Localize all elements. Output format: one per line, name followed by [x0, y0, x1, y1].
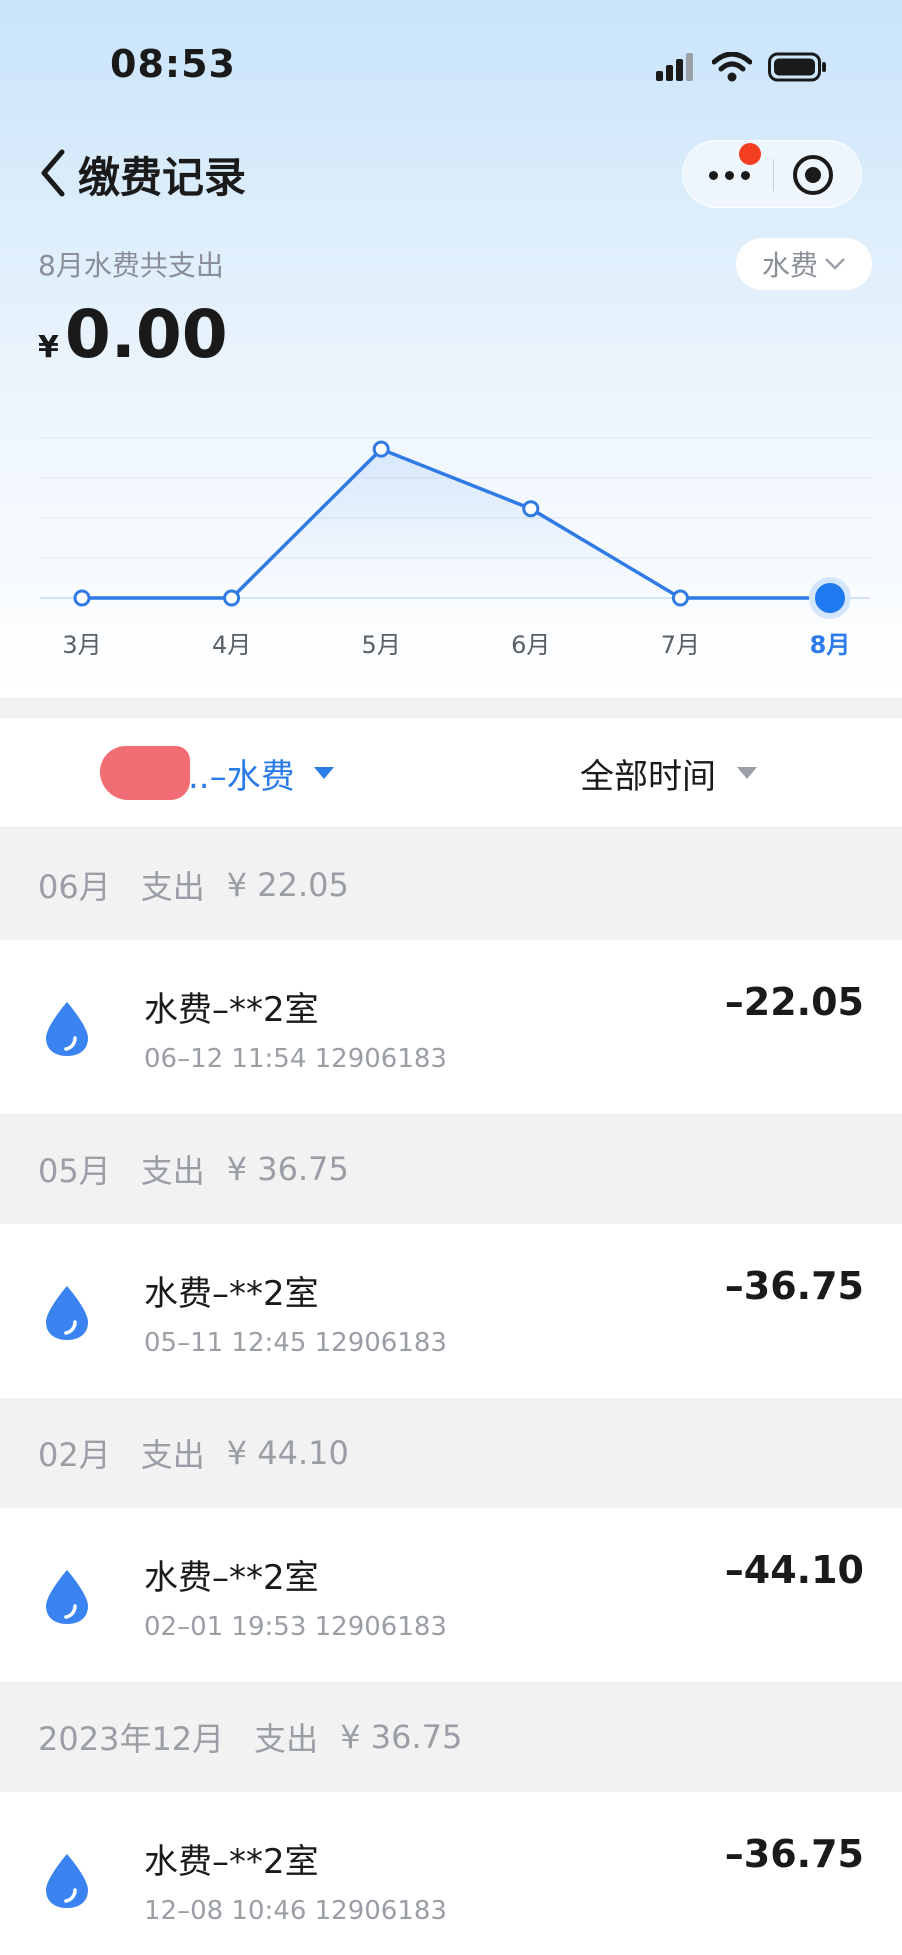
month-header: 06月 支出 ¥ 22.05 [0, 830, 902, 940]
month-label: 2023年12月 [38, 1720, 225, 1758]
record-amount: –44.10 [724, 1548, 864, 1592]
filter-bar: ..–水费 全部时间 [0, 718, 902, 828]
record-name: 水费–**2室 [144, 1842, 319, 1882]
type-select-label: 水费 [761, 249, 818, 282]
month-label: 06月 [38, 868, 111, 906]
month-sum: ¥ 44.10 [226, 1434, 349, 1472]
month-sum: ¥ 22.05 [226, 866, 349, 904]
water-drop-icon [46, 1570, 88, 1624]
more-dots-icon[interactable] [709, 171, 750, 180]
signal-icon [656, 53, 693, 81]
chart-area [82, 449, 830, 598]
payment-record[interactable]: 水费–**2室 02–01 19:53 12906183 –44.10 [0, 1508, 902, 1682]
time-filter[interactable]: 全部时间 [580, 748, 758, 798]
mini-program-capsule [682, 140, 862, 208]
redaction-mark [100, 746, 190, 800]
record-amount: –36.75 [724, 1264, 864, 1308]
chart-point-2[interactable] [223, 589, 241, 607]
record-name: 水费–**2室 [144, 990, 319, 1030]
month-label: 05月 [38, 1152, 111, 1190]
summary-label: 8月水费共支出 [38, 249, 224, 282]
notification-badge [739, 143, 761, 165]
chart-point-3[interactable] [372, 440, 390, 458]
payment-record[interactable]: 水费–**2室 06–12 11:54 12906183 –22.05 [0, 940, 902, 1114]
wifi-icon [712, 52, 752, 82]
caret-down-icon [313, 767, 334, 779]
amount-value: 0.00 [64, 296, 228, 373]
record-meta: 02–01 19:53 12906183 [144, 1612, 447, 1642]
battery-icon [768, 52, 826, 82]
month-header: 2023年12月 支出 ¥ 36.75 [0, 1682, 902, 1792]
chart-point-1[interactable] [73, 589, 91, 607]
status-time: 08:53 [110, 42, 236, 86]
monthly-line-chart: 3月 4月 5月 6月 7月 8月 [40, 437, 870, 659]
payment-record[interactable]: 水费–**2室 12–08 10:46 12906183 –36.75 [0, 1792, 902, 1955]
record-meta: 05–11 12:45 12906183 [144, 1328, 447, 1358]
chart-x-label[interactable]: 3月 [62, 631, 101, 659]
chart-x-label[interactable]: 5月 [362, 631, 401, 659]
month-header: 05月 支出 ¥ 36.75 [0, 1114, 902, 1224]
caret-down-icon [737, 767, 757, 779]
chevron-left-icon[interactable] [36, 148, 72, 198]
time-filter-label: 全部时间 [580, 756, 716, 797]
record-name: 水费–**2室 [144, 1558, 319, 1598]
month-header: 02月 支出 ¥ 44.10 [0, 1398, 902, 1508]
chart-point-5[interactable] [671, 589, 689, 607]
spend-label: 支出 [140, 1152, 205, 1190]
water-drop-icon [46, 1854, 88, 1908]
month-sum: ¥ 36.75 [226, 1150, 349, 1188]
month-label: 02月 [38, 1436, 111, 1474]
account-filter-label: ..–水费 [188, 756, 295, 797]
spend-label: 支出 [140, 1436, 205, 1474]
status-icons [656, 50, 828, 84]
chart-x-label[interactable]: 4月 [212, 631, 251, 659]
chart-point-6[interactable] [809, 577, 851, 619]
chart-point-4[interactable] [522, 500, 540, 518]
header-area: 08:53 缴费记录 8月水费共支出 水费 ¥ 0.00 3月 4月 5月 6月… [0, 0, 902, 698]
chevron-down-icon [825, 258, 845, 270]
record-name: 水费–**2室 [144, 1274, 319, 1314]
record-meta: 06–12 11:54 12906183 [144, 1044, 447, 1074]
record-amount: –36.75 [724, 1832, 864, 1876]
total-amount: ¥ 0.00 [38, 296, 228, 373]
chart-x-label[interactable]: 7月 [661, 631, 700, 659]
capsule-divider [773, 159, 774, 191]
type-select[interactable]: 水费 [736, 238, 872, 290]
spend-label: 支出 [140, 868, 205, 906]
currency-symbol: ¥ [38, 330, 59, 365]
spend-label: 支出 [254, 1720, 319, 1758]
target-circle-icon[interactable] [793, 155, 833, 195]
month-sum: ¥ 36.75 [340, 1718, 463, 1756]
record-amount: –22.05 [724, 980, 864, 1024]
water-drop-icon [46, 1002, 88, 1056]
chart-x-label[interactable]: 6月 [511, 631, 550, 659]
payment-record[interactable]: 水费–**2室 05–11 12:45 12906183 –36.75 [0, 1224, 902, 1398]
record-meta: 12–08 10:46 12906183 [144, 1896, 447, 1926]
water-drop-icon [46, 1286, 88, 1340]
chart-x-label[interactable]: 8月 [810, 631, 851, 659]
page-title: 缴费记录 [78, 153, 247, 202]
